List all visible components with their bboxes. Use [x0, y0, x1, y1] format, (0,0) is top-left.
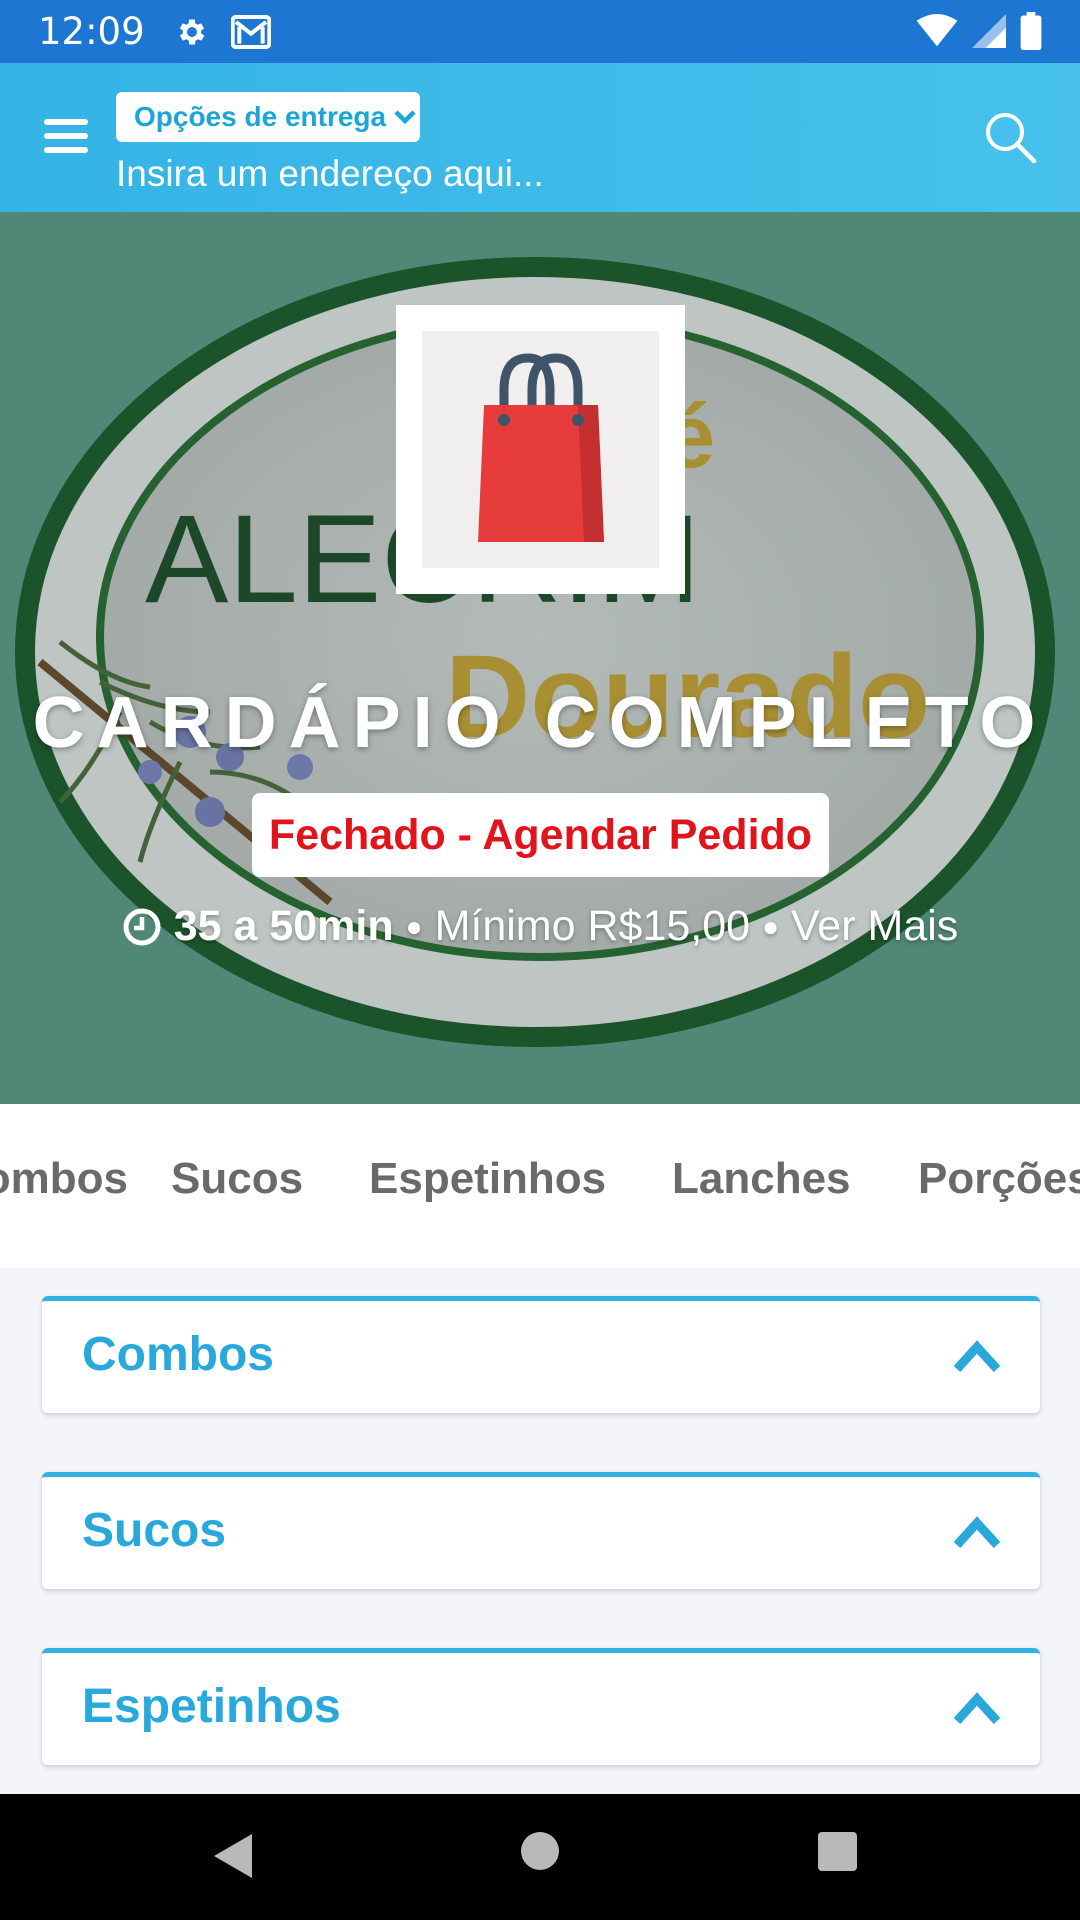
store-logo [396, 305, 685, 594]
search-icon [986, 113, 1037, 164]
store-hero-banner: ALECRIM Dourado é [0, 212, 1080, 1104]
settings-icon [179, 19, 204, 44]
tab-lanches[interactable]: Lanches [672, 1154, 851, 1204]
chevron-up-icon[interactable] [952, 1333, 1002, 1377]
wifi-icon [916, 14, 958, 47]
section-espetinhos[interactable]: Espetinhos [42, 1648, 1040, 1765]
status-icons-left [175, 14, 271, 49]
delivery-time: 35 a 50min [173, 902, 394, 950]
app-header: Opções de entrega [0, 63, 1080, 212]
status-bar: 12:09 [0, 0, 1080, 63]
clock-icon [123, 908, 161, 945]
recents-icon[interactable] [818, 1832, 857, 1871]
section-title: Sucos [82, 1504, 227, 1557]
system-navigation-bar [0, 1794, 1080, 1920]
gmail-icon [230, 14, 271, 49]
chevron-down-icon [394, 110, 416, 125]
minimum-order: Mínimo R$15,00 [434, 902, 751, 950]
chevron-up-icon[interactable] [952, 1509, 1002, 1553]
tab-porcoes[interactable]: Porções [918, 1154, 1080, 1204]
store-info-line: 35 a 50min ● Mínimo R$15,00 ● Ver Mais [0, 902, 1080, 951]
separator-dot: ● [405, 910, 423, 942]
closed-schedule-order-button[interactable]: Fechado - Agendar Pedido [252, 793, 829, 877]
status-time: 12:09 [38, 10, 145, 53]
menu-icon-line [44, 133, 88, 139]
menu-icon-line [44, 119, 88, 125]
home-icon[interactable] [521, 1832, 559, 1870]
search-button[interactable] [980, 107, 1040, 167]
address-input[interactable] [116, 149, 716, 199]
status-icons-right [916, 12, 1042, 50]
tab-combos[interactable]: Combos [0, 1154, 128, 1204]
section-title: Espetinhos [82, 1680, 341, 1733]
section-sucos[interactable]: Sucos [42, 1472, 1040, 1589]
menu-icon-line [44, 147, 88, 153]
delivery-options-label: Opções de entrega [134, 101, 387, 132]
signal-icon [972, 14, 1006, 48]
separator-dot: ● [762, 910, 779, 942]
back-icon[interactable] [212, 1832, 256, 1880]
battery-icon [1020, 12, 1042, 50]
tab-espetinhos[interactable]: Espetinhos [369, 1154, 606, 1204]
see-more-link[interactable]: Ver Mais [791, 902, 958, 951]
store-title: CARDÁPIO COMPLETO [32, 683, 1048, 763]
chevron-up-icon[interactable] [952, 1685, 1002, 1729]
tab-sucos[interactable]: Sucos [171, 1154, 303, 1204]
shopping-bag-icon [477, 352, 604, 542]
section-title: Combos [82, 1328, 274, 1381]
menu-button[interactable] [44, 119, 88, 159]
section-combos[interactable]: Combos [42, 1296, 1040, 1413]
screen: 12:09 Opções de entrega Insira um endere… [0, 0, 1080, 1920]
delivery-options-button[interactable]: Opções de entrega [116, 92, 420, 142]
category-tabs: Combos Sucos Espetinhos Lanches Porções [0, 1104, 1080, 1268]
